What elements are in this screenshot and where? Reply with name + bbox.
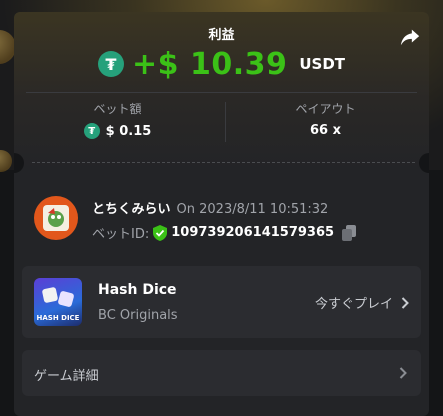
profit-row: ₮ +$ 10.39 USDT	[14, 44, 429, 84]
avatar-image	[43, 205, 69, 231]
game-provider: BC Originals	[98, 308, 178, 323]
play-now-button[interactable]: 今すぐプレイ	[315, 293, 409, 312]
verified-shield-icon	[153, 224, 168, 241]
bet-id-line: ベットID: 109739206141579365	[92, 223, 357, 242]
ticket-notch	[419, 153, 429, 173]
game-details-row[interactable]: ゲーム詳細	[22, 350, 421, 396]
tether-icon: ₮	[97, 51, 124, 77]
bet-amount-label: ベット額	[93, 102, 142, 116]
play-now-label: 今すぐプレイ	[314, 297, 393, 312]
bet-stats: ベット額 ₮ $ 0.15 ペイアウト 66 x	[14, 96, 429, 146]
divider	[26, 92, 417, 93]
share-icon[interactable]	[399, 26, 421, 48]
game-details-label: ゲーム詳細	[34, 369, 99, 384]
divider	[225, 102, 226, 142]
bet-id-label: ベットID:	[92, 227, 150, 242]
bet-amount-stat: ベット額 ₮ $ 0.15	[14, 96, 221, 146]
payout-stat: ペイアウト 66 x	[222, 96, 429, 146]
tether-icon: ₮	[83, 123, 100, 139]
profit-amount: +$ 10.39	[131, 46, 288, 82]
profit-currency: USDT	[299, 55, 346, 73]
chevron-right-icon	[401, 296, 409, 309]
dashed-divider	[32, 162, 415, 163]
dice-icon	[57, 290, 75, 308]
bet-datetime: On 2023/8/11 10:51:32	[176, 202, 329, 217]
bet-amount-value: $ 0.15	[105, 123, 152, 139]
game-thumbnail: HASH DICE	[34, 278, 82, 326]
profit-label: 利益	[208, 28, 235, 43]
dice-icon	[41, 286, 59, 304]
bet-amount-value-row: ₮ $ 0.15	[14, 123, 221, 139]
payout-value: 66 x	[309, 123, 341, 138]
game-name: Hash Dice	[98, 282, 177, 298]
bet-id-value: 109739206141579365	[171, 225, 335, 240]
bet-user-line: とちくみらい On 2023/8/11 10:51:32	[92, 198, 328, 217]
username[interactable]: とちくみらい	[92, 202, 171, 217]
bet-detail-card: 利益 ₮ +$ 10.39 USDT ベット額 ₮ $ 0.15 ペイアウト 6…	[14, 12, 429, 416]
game-card[interactable]: HASH DICE Hash Dice BC Originals 今すぐプレイ	[22, 266, 421, 338]
copy-icon[interactable]	[342, 224, 357, 241]
avatar[interactable]	[34, 196, 78, 240]
game-thumbnail-text: HASH DICE	[36, 314, 80, 322]
payout-label: ペイアウト	[295, 102, 356, 116]
chevron-right-icon	[399, 367, 407, 379]
